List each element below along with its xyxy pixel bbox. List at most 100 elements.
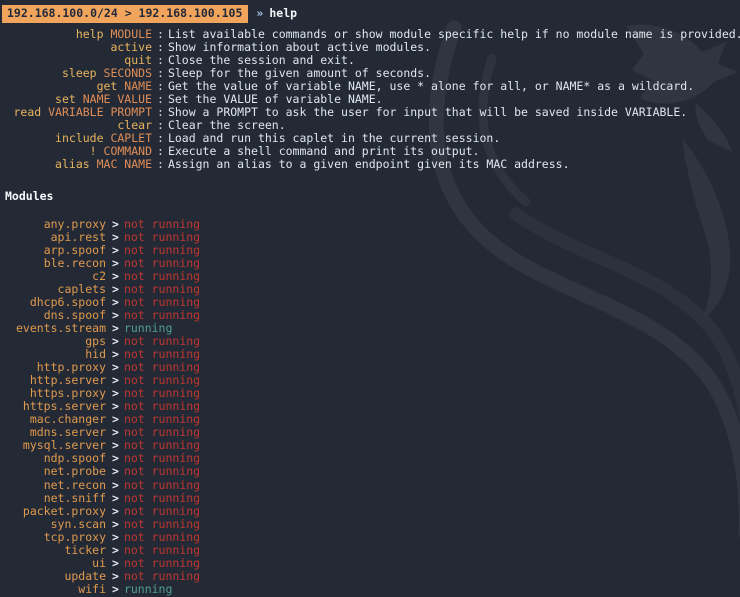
module-row: mdns.server > not running [0,426,740,439]
module-row: c2 > not running [0,268,740,283]
help-command-name: alias [55,157,90,172]
module-name[interactable]: dhcp6.spoof [0,295,106,309]
module-row: ticker > not running [0,542,740,557]
module-name[interactable]: any.proxy [0,217,106,231]
module-row: wifi > running [0,581,740,596]
module-name[interactable]: net.recon [0,478,106,492]
module-name[interactable]: ticker [0,543,106,557]
module-arrow-icon: > [112,477,119,492]
help-command-name: sleep [61,66,97,81]
help-command-args: COMMAND [103,144,152,159]
module-name[interactable]: net.sniff [0,491,106,505]
module-name[interactable]: api.rest [0,230,106,244]
module-status-not-running: not running [123,294,201,309]
help-command-args: NAME [124,79,152,94]
module-arrow-icon: > [112,568,119,583]
module-name[interactable]: ui [0,556,106,570]
module-status-not-running: not running [123,542,201,557]
module-row: https.server > not running [0,400,740,413]
module-row: ndp.spoof > not running [0,452,740,465]
module-arrow-icon: > [112,242,119,257]
help-command-name: active [110,40,152,55]
help-command-name: ! [89,144,97,159]
module-arrow-icon: > [112,268,119,283]
module-row: gps > not running [0,334,740,348]
help-command-list: help MODULE: List available commands or s… [0,27,740,172]
module-status-not-running: not running [123,568,201,583]
module-name[interactable]: syn.scan [0,517,106,531]
module-arrow-icon: > [112,490,119,505]
help-command-name: get [96,79,118,94]
module-arrow-icon: > [112,503,119,518]
module-arrow-icon: > [112,294,119,309]
module-row: events.stream > running [0,321,740,335]
module-arrow-icon: > [112,307,119,322]
terminal-content: 192.168.100.0/24 > 192.168.100.105 » hel… [0,0,740,596]
module-row: net.sniff > not running [0,490,740,505]
module-row: dhcp6.spoof > not running [0,294,740,309]
module-name[interactable]: update [0,569,106,583]
help-command-args: MAC NAME [96,157,152,172]
help-command-args: NAME VALUE [82,92,152,107]
module-name[interactable]: caplets [0,282,106,296]
terminal-window: 192.168.100.0/24 > 192.168.100.105 » hel… [0,0,740,597]
help-command-args: CAPLET [110,131,152,146]
module-status-not-running: not running [123,477,201,492]
module-arrow-icon: > [112,542,119,557]
module-status-not-running: not running [123,216,201,231]
prompt-host-chip: 192.168.100.0/24 > 192.168.100.105 [2,5,249,23]
module-row: update > not running [0,568,740,583]
prompt-line[interactable]: 192.168.100.0/24 > 192.168.100.105 » hel… [0,0,740,23]
module-row: https.proxy > not running [0,387,740,400]
modules-list: any.proxy > not running api.rest > not runnin… [0,216,740,596]
module-row: net.recon > not running [0,477,740,492]
help-command-name: clear [117,118,152,133]
help-command-args: VARIABLE PROMPT [48,105,152,120]
module-row: arp.spoof > not running [0,242,740,257]
help-command-name: quit [124,53,152,68]
module-name[interactable]: ble.recon [0,256,106,270]
module-name[interactable]: arp.spoof [0,243,106,257]
module-row: packet.proxy > not running [0,503,740,518]
help-command-name: help [75,27,104,41]
module-status-not-running: not running [123,281,201,296]
module-row: mac.changer > not running [0,413,740,426]
module-status-not-running: not running [123,242,201,257]
module-status-running: running [123,581,173,596]
help-command-name: set [55,92,76,107]
module-status-not-running: not running [123,516,201,531]
help-row: read VARIABLE PROMPT: Show a PROMPT to as… [0,106,740,119]
module-row: ble.recon > not running [0,255,740,270]
module-name[interactable]: wifi [0,582,106,596]
module-status-not-running: not running [123,229,201,244]
module-status-not-running: not running [123,307,201,322]
module-row: tcp.proxy > not running [0,529,740,544]
prompt-command-text: help [269,6,298,21]
module-status-not-running: not running [123,464,201,479]
module-row: net.probe > not running [0,465,740,478]
help-row: active: Show information about active mod… [0,40,740,55]
module-row: ui > not running [0,555,740,570]
module-name[interactable]: c2 [0,269,106,283]
module-status-not-running: not running [123,503,201,518]
help-description: Assign an alias to a given endpoint give… [167,157,570,172]
module-name[interactable]: tcp.proxy [0,530,106,544]
module-status-not-running: not running [123,268,201,283]
module-arrow-icon: > [112,229,119,244]
module-name[interactable]: packet.proxy [0,504,106,518]
module-row: dns.spoof > not running [0,307,740,322]
module-arrow-icon: > [112,255,119,270]
module-status-not-running: not running [123,555,201,570]
module-arrow-icon: > [112,281,119,296]
help-command-name: include [55,131,104,146]
module-row: syn.scan > not running [0,516,740,531]
prompt-arrow-icon: » [256,6,264,21]
module-name[interactable]: net.probe [0,465,106,478]
module-row: any.proxy > not running [0,216,740,231]
module-row: mysql.server > not running [0,439,740,452]
module-name[interactable]: dns.spoof [0,308,106,322]
module-arrow-icon: > [112,529,119,544]
module-row: api.rest > not running [0,229,740,244]
module-arrow-icon: > [112,555,119,570]
module-row: http.proxy > not running [0,361,740,374]
